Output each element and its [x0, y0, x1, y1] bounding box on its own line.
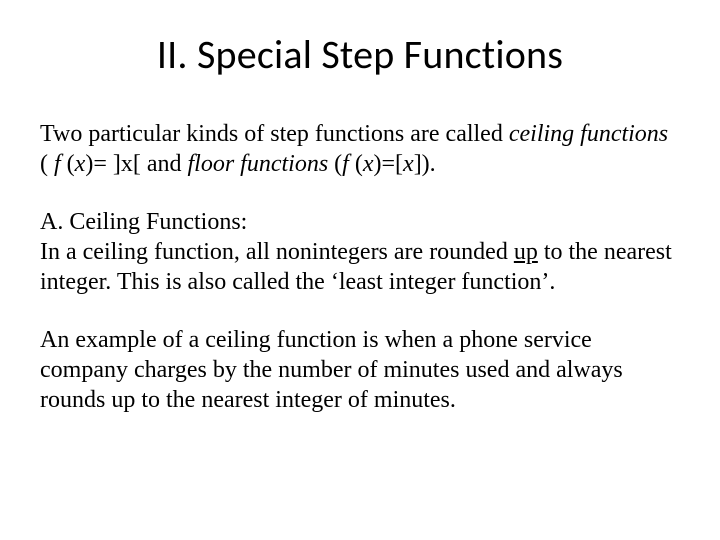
- section-a: A. Ceiling Functions: In a ceiling funct…: [40, 207, 680, 297]
- intro-text: (: [40, 151, 54, 177]
- intro-text: )= ]x[ and: [85, 151, 187, 177]
- example-paragraph: An example of a ceiling function is when…: [40, 325, 680, 415]
- up-underlined: up: [514, 239, 538, 265]
- f-symbol: f: [54, 151, 67, 177]
- paren: (: [355, 151, 363, 177]
- x-var: x: [403, 151, 414, 177]
- floor-functions-term: floor functions: [188, 151, 329, 177]
- intro-paragraph: Two particular kinds of step functions a…: [40, 119, 680, 179]
- section-a-heading: A. Ceiling Functions:: [40, 209, 247, 235]
- x-var: x: [363, 151, 374, 177]
- slide-body: Two particular kinds of step functions a…: [40, 119, 680, 415]
- intro-lead: Two particular kinds of step functions a…: [40, 121, 509, 147]
- f-symbol: f: [342, 151, 355, 177]
- intro-text: ]).: [414, 151, 436, 177]
- intro-text: (: [328, 151, 342, 177]
- ceiling-functions-term: ceiling functions: [509, 121, 668, 147]
- intro-text: )=[: [374, 151, 404, 177]
- section-a-text: In a ceiling function, all nonintegers a…: [40, 239, 514, 265]
- slide: II. Special Step Functions Two particula…: [0, 0, 720, 540]
- slide-title: II. Special Step Functions: [40, 30, 680, 79]
- paren: (: [67, 151, 75, 177]
- x-var: x: [75, 151, 86, 177]
